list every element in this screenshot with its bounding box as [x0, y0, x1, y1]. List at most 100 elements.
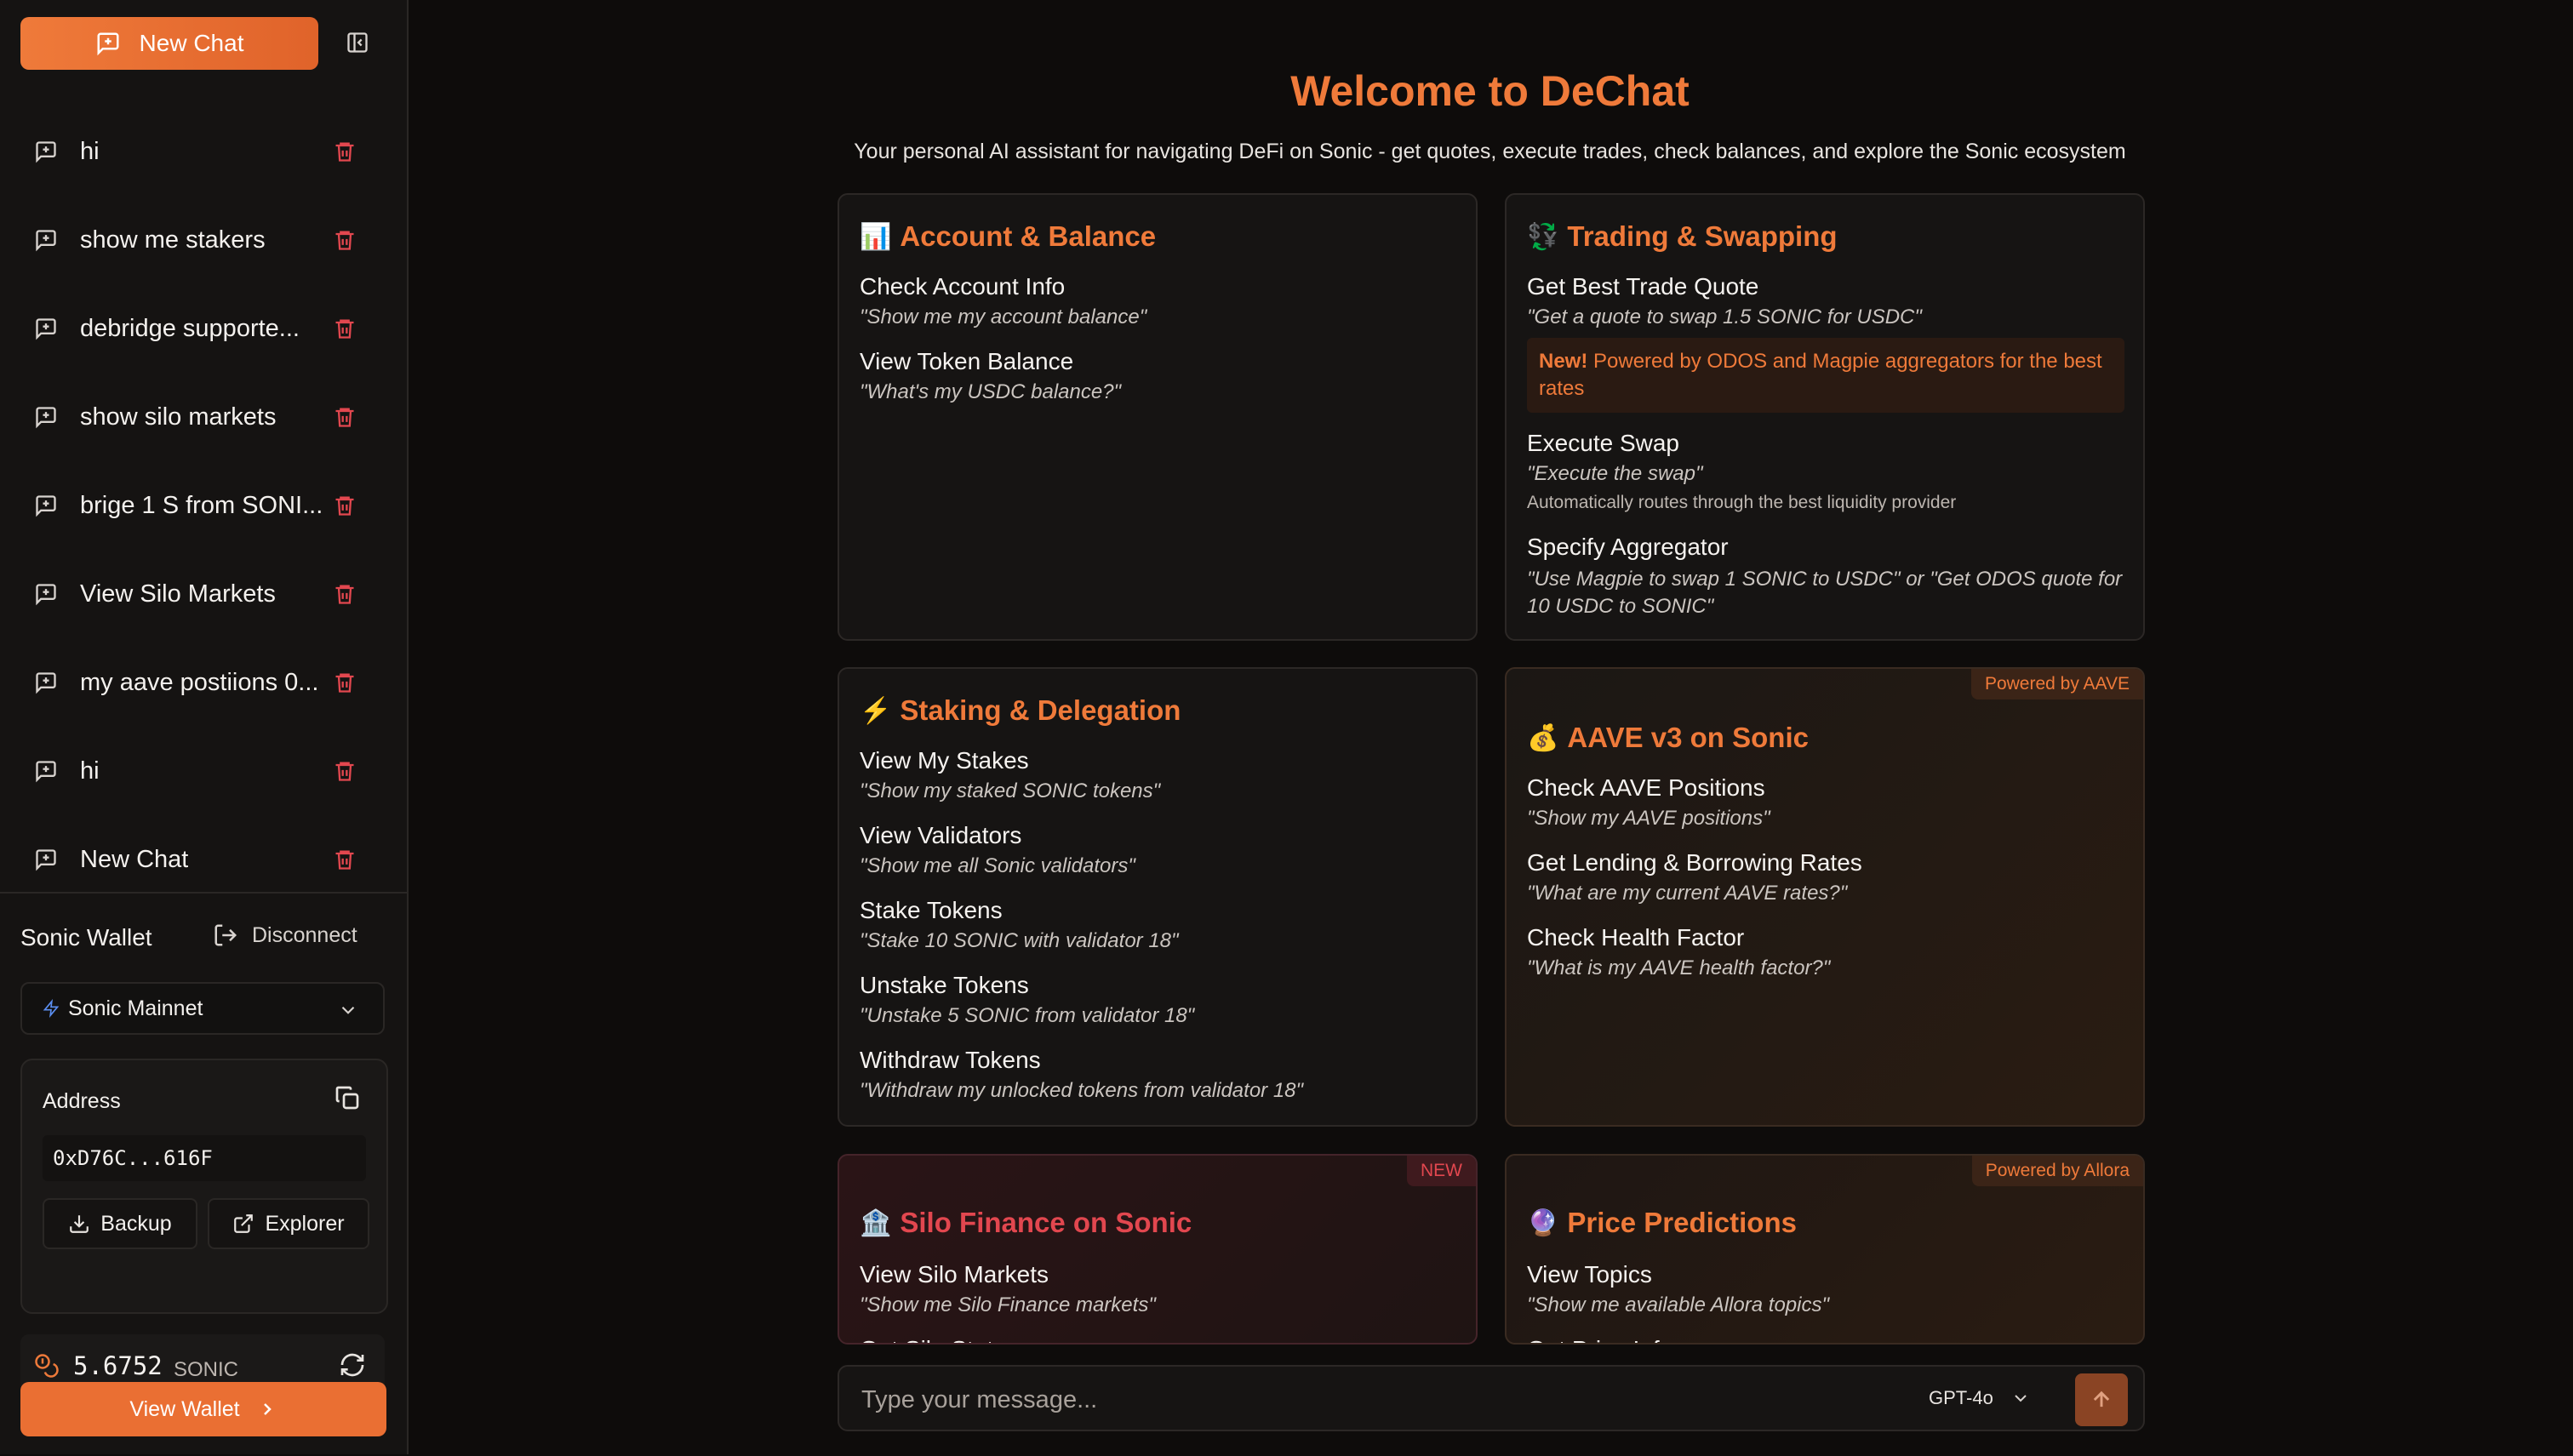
suggestion-title[interactable]: Check Health Factor: [1527, 924, 1744, 951]
chart-icon: 📊: [860, 222, 892, 251]
card-title: 💱 Trading & Swapping: [1527, 220, 1838, 253]
chat-icon: [34, 580, 63, 608]
card-aave: Powered by AAVE 💰 AAVE v3 on Sonic Check…: [1505, 667, 2145, 1127]
delete-chat-icon[interactable]: [330, 844, 359, 875]
suggestion-title[interactable]: View My Stakes: [860, 747, 1029, 774]
explorer-button[interactable]: Explorer: [208, 1198, 369, 1249]
wallet-address: 0xD76C...616F: [43, 1135, 366, 1181]
chevron-down-icon: [337, 999, 359, 1021]
suggestion-title[interactable]: Execute Swap: [1527, 430, 1679, 457]
suggestion-example[interactable]: "Stake 10 SONIC with validator 18": [860, 929, 1179, 953]
wallet-panel: Sonic Wallet Disconnect Sonic Mainnet Ad…: [0, 892, 407, 1456]
card-title: ⚡ Staking & Delegation: [860, 694, 1181, 727]
backup-button[interactable]: Backup: [43, 1198, 197, 1249]
suggestion-example[interactable]: "Show me Silo Finance markets": [860, 1293, 1156, 1317]
suggestion-example[interactable]: "Show my staked SONIC tokens": [860, 779, 1160, 803]
chat-history-label: debridge supporte...: [80, 314, 300, 342]
suggestion-title[interactable]: Get Lending & Borrowing Rates: [1527, 849, 1862, 876]
chat-history-item[interactable]: debridge supporte...: [0, 284, 407, 373]
suggestion-example[interactable]: "Show my AAVE positions": [1527, 807, 1770, 831]
delete-chat-icon[interactable]: [330, 667, 359, 698]
suggestion-example[interactable]: "Show me my account balance": [860, 305, 1146, 329]
card-title: 🔮 Price Predictions: [1527, 1207, 1797, 1239]
suggestion-example[interactable]: "Show me all Sonic validators": [860, 854, 1135, 878]
chat-icon: [34, 137, 63, 166]
copy-icon[interactable]: [334, 1084, 361, 1111]
balance-unit: SONIC: [174, 1358, 239, 1381]
chat-history-item[interactable]: show me stakers: [0, 196, 407, 284]
card-title: 🏦 Silo Finance on Sonic: [860, 1207, 1192, 1239]
chat-history-label: show silo markets: [80, 403, 277, 431]
delete-chat-icon[interactable]: [330, 136, 359, 167]
suggestion-title[interactable]: Get Price Info: [1527, 1336, 1672, 1343]
chat-history-item[interactable]: brige 1 S from SONI...: [0, 461, 407, 550]
suggestion-example[interactable]: "Use Magpie to swap 1 SONIC to USDC" or …: [1527, 566, 2123, 620]
card-title-text: Silo Finance on Sonic: [900, 1207, 1192, 1238]
refresh-icon[interactable]: [339, 1351, 366, 1379]
suggestion-title[interactable]: Specify Aggregator: [1527, 534, 1729, 561]
card-title-text: AAVE v3 on Sonic: [1567, 722, 1809, 753]
suggestion-title[interactable]: Stake Tokens: [860, 897, 1003, 924]
suggestion-example[interactable]: "What's my USDC balance?": [860, 380, 1121, 404]
suggestion-title[interactable]: View Validators: [860, 822, 1021, 849]
suggestion-example[interactable]: "Unstake 5 SONIC from validator 18": [860, 1004, 1194, 1028]
delete-chat-icon[interactable]: [330, 225, 359, 255]
delete-chat-icon[interactable]: [330, 402, 359, 432]
chat-history-item[interactable]: my aave postiions 0...: [0, 638, 407, 727]
suggestion-title[interactable]: Get Silo Stats: [860, 1336, 1005, 1343]
chat-icon: [34, 314, 63, 343]
card-title: 💰 AAVE v3 on Sonic: [1527, 722, 1809, 754]
delete-chat-icon[interactable]: [330, 579, 359, 609]
logout-icon: [213, 922, 238, 948]
delete-chat-icon[interactable]: [330, 756, 359, 786]
external-link-icon: [232, 1213, 254, 1235]
bank-icon: 🏦: [860, 1208, 892, 1237]
exchange-icon: 💱: [1527, 222, 1559, 251]
chat-history-item[interactable]: show silo markets: [0, 373, 407, 461]
disconnect-button[interactable]: Disconnect: [213, 922, 357, 948]
backup-label: Backup: [100, 1211, 172, 1236]
chat-history-item[interactable]: hi: [0, 107, 407, 196]
card-title-text: Trading & Swapping: [1567, 220, 1838, 252]
suggestion-title[interactable]: Check AAVE Positions: [1527, 774, 1765, 802]
suggestion-example[interactable]: "Get a quote to swap 1.5 SONIC for USDC": [1527, 305, 1922, 329]
suggestion-title[interactable]: View Token Balance: [860, 348, 1073, 375]
view-wallet-label: View Wallet: [129, 1396, 240, 1421]
suggestion-note: Automatically routes through the best li…: [1527, 493, 1957, 512]
chat-icon: [34, 757, 63, 785]
suggestion-example[interactable]: "Show me available Allora topics": [1527, 1293, 1829, 1317]
coins-icon: [34, 1353, 60, 1379]
suggestion-title[interactable]: Unstake Tokens: [860, 972, 1029, 999]
suggestion-title[interactable]: Check Account Info: [860, 273, 1065, 300]
new-chat-button[interactable]: New Chat: [20, 17, 318, 70]
card-title: 📊 Account & Balance: [860, 220, 1156, 253]
lightning-icon: [43, 999, 60, 1018]
suggestion-title[interactable]: Get Best Trade Quote: [1527, 273, 1758, 300]
card-trading-swapping: 💱 Trading & Swapping Get Best Trade Quot…: [1505, 193, 2145, 641]
card-price-predictions: Powered by Allora 🔮 Price Predictions Vi…: [1505, 1154, 2145, 1345]
wallet-title: Sonic Wallet: [20, 924, 152, 951]
suggestion-example[interactable]: "What are my current AAVE rates?": [1527, 882, 1847, 905]
suggestion-title[interactable]: Withdraw Tokens: [860, 1047, 1041, 1074]
suggestion-example[interactable]: "Execute the swap": [1527, 462, 1702, 486]
new-text: Powered by ODOS and Magpie aggregators f…: [1539, 350, 2102, 400]
suggestion-title[interactable]: View Topics: [1527, 1261, 1652, 1288]
suggestion-title[interactable]: View Silo Markets: [860, 1261, 1049, 1288]
chat-history-item[interactable]: View Silo Markets: [0, 550, 407, 638]
model-select[interactable]: GPT-4o: [1929, 1387, 2031, 1409]
view-wallet-button[interactable]: View Wallet: [20, 1382, 386, 1436]
message-input[interactable]: [860, 1379, 1884, 1421]
chat-history-item[interactable]: New Chat: [0, 815, 407, 904]
collapse-sidebar-button[interactable]: [342, 27, 373, 58]
model-name: GPT-4o: [1929, 1387, 1993, 1408]
delete-chat-icon[interactable]: [330, 313, 359, 344]
new-label: New!: [1539, 350, 1588, 373]
suggestion-example[interactable]: "Withdraw my unlocked tokens from valida…: [860, 1079, 1303, 1103]
network-select[interactable]: Sonic Mainnet: [20, 982, 385, 1035]
sidebar: New Chat hi show me stakers debridge sup…: [0, 0, 409, 1454]
suggestion-example[interactable]: "What is my AAVE health factor?": [1527, 956, 1830, 980]
page-title: Welcome to DeChat: [1290, 67, 1690, 115]
delete-chat-icon[interactable]: [330, 490, 359, 521]
chat-history-item[interactable]: hi: [0, 727, 407, 815]
send-button[interactable]: [2075, 1373, 2128, 1426]
